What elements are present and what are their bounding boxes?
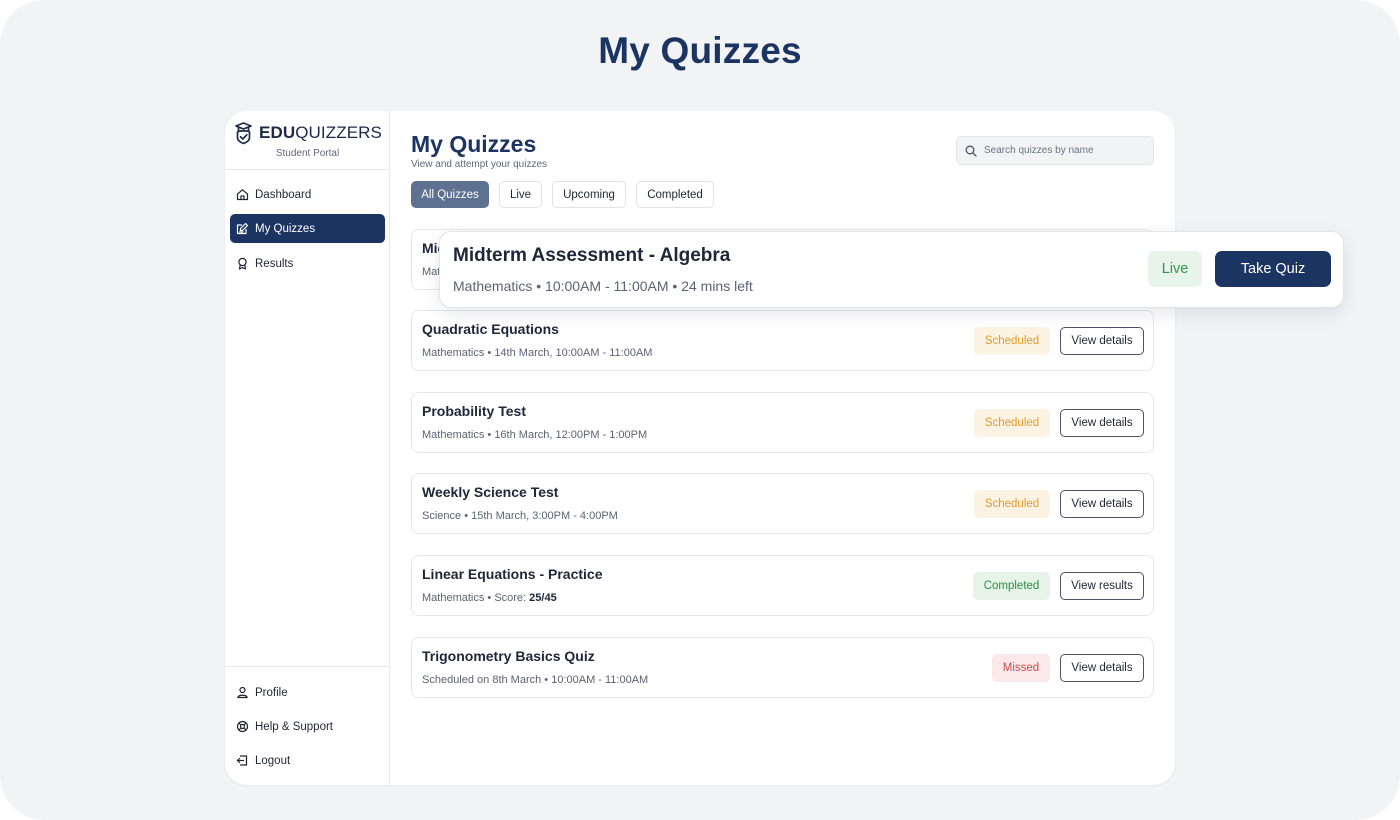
view-details-button[interactable]: View details <box>1060 654 1144 682</box>
brand-logo[interactable]: EDUQUIZZERS <box>234 120 384 146</box>
award-icon <box>236 257 249 270</box>
quiz-score: 25/45 <box>529 592 557 604</box>
status-badge: Missed <box>992 654 1050 682</box>
tab-all-quizzes[interactable]: All Quizzes <box>411 181 489 208</box>
sidebar-item-label: Help & Support <box>255 720 333 733</box>
tab-upcoming[interactable]: Upcoming <box>552 181 626 208</box>
view-results-button[interactable]: View results <box>1060 572 1144 600</box>
portal-label: Student Portal <box>275 148 340 159</box>
quiz-card[interactable]: Quadratic Equations Mathematics • 14th M… <box>411 310 1154 371</box>
sidebar-item-label: Dashboard <box>255 188 312 201</box>
quiz-title: Trigonometry Basics Quiz <box>422 648 595 664</box>
quiz-card[interactable]: Trigonometry Basics Quiz Scheduled on 8t… <box>411 637 1154 698</box>
sidebar-item-logout[interactable]: Logout <box>230 746 385 775</box>
quiz-title: Quadratic Equations <box>422 321 559 337</box>
tab-live[interactable]: Live <box>499 181 542 208</box>
quiz-card[interactable]: Weekly Science Test Science • 15th March… <box>411 473 1154 534</box>
sidebar-item-label: Logout <box>255 754 291 767</box>
sidebar-item-profile[interactable]: Profile <box>230 678 385 707</box>
search-box[interactable] <box>956 136 1154 165</box>
sidebar-item-label: Profile <box>255 686 288 699</box>
view-details-button[interactable]: View details <box>1060 490 1144 518</box>
page-title: My Quizzes <box>411 131 537 157</box>
sidebar-item-dashboard[interactable]: Dashboard <box>230 180 385 209</box>
sidebar-item-results[interactable]: Results <box>230 249 385 278</box>
sidebar-item-label: Results <box>255 257 294 270</box>
quiz-card[interactable]: Linear Equations - Practice Mathematics … <box>411 555 1154 616</box>
quiz-edit-icon <box>236 222 249 235</box>
brand-edu: EDU <box>259 123 296 142</box>
lifebuoy-icon <box>236 720 249 733</box>
page-background: My Quizzes EDUQUIZZERS Student Portal Da… <box>0 0 1400 820</box>
logout-icon <box>236 754 249 767</box>
quiz-meta: Science • 15th March, 3:00PM - 4:00PM <box>422 510 618 522</box>
quiz-title: Weekly Science Test <box>422 484 559 500</box>
status-badge: Scheduled <box>974 409 1050 437</box>
page-subtitle: View and attempt your quizzes <box>411 159 548 170</box>
quiz-title: Linear Equations - Practice <box>422 566 603 582</box>
status-badge: Completed <box>973 572 1050 600</box>
graduation-badge-icon <box>234 121 253 145</box>
hero-title: My Quizzes <box>598 30 802 71</box>
search-input[interactable] <box>984 145 1144 156</box>
brand-quizzers: QUIZZERS <box>295 123 382 142</box>
sidebar-item-label: My Quizzes <box>255 222 316 235</box>
quiz-meta: Mathematics • 10:00AM - 11:00AM • 24 min… <box>453 278 753 294</box>
divider <box>225 666 390 667</box>
divider <box>225 169 390 170</box>
live-quiz-card-highlight[interactable]: Midterm Assessment - Algebra Mathematics… <box>439 231 1344 308</box>
take-quiz-button[interactable]: Take Quiz <box>1215 251 1331 287</box>
quiz-meta: Scheduled on 8th March • 10:00AM - 11:00… <box>422 674 649 686</box>
search-icon <box>965 145 977 157</box>
view-details-button[interactable]: View details <box>1060 327 1144 355</box>
app-window: EDUQUIZZERS Student Portal Dashboard My … <box>225 111 1175 785</box>
status-badge: Scheduled <box>974 327 1050 355</box>
live-badge: Live <box>1148 251 1202 287</box>
main-content: My Quizzes View and attempt your quizzes… <box>391 111 1175 785</box>
sidebar-item-help-support[interactable]: Help & Support <box>230 712 385 741</box>
sidebar-item-my-quizzes[interactable]: My Quizzes <box>230 214 385 243</box>
quiz-title: Midterm Assessment - Algebra <box>453 245 731 266</box>
status-badge: Scheduled <box>974 490 1050 518</box>
view-details-button[interactable]: View details <box>1060 409 1144 437</box>
quiz-card[interactable]: Probability Test Mathematics • 16th Marc… <box>411 392 1154 453</box>
quiz-meta: Mathematics • Score: 25/45 <box>422 592 557 604</box>
quiz-meta: Mathematics • 16th March, 12:00PM - 1:00… <box>422 429 648 441</box>
user-icon <box>236 686 249 699</box>
tab-completed[interactable]: Completed <box>636 181 714 208</box>
sidebar: EDUQUIZZERS Student Portal Dashboard My … <box>225 111 390 785</box>
quiz-title: Probability Test <box>422 403 526 419</box>
quiz-meta-text: Mathematics • Score: <box>422 592 530 604</box>
quiz-meta: Mathematics • 14th March, 10:00AM - 11:0… <box>422 347 653 359</box>
home-icon <box>236 188 249 201</box>
